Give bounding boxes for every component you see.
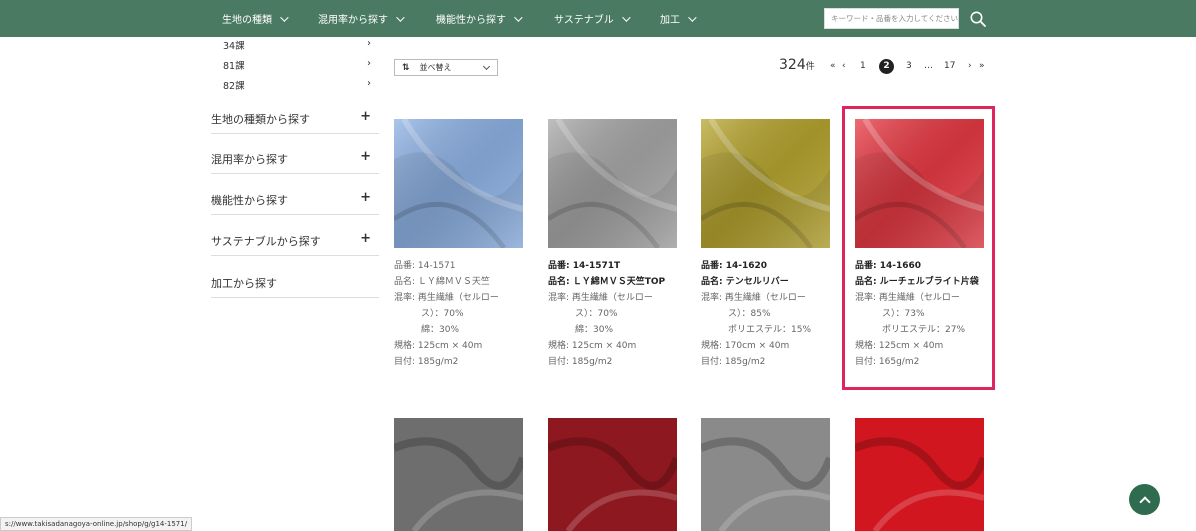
sort-label: 並べ替え <box>419 63 452 72</box>
chevron-down-icon <box>621 12 631 22</box>
product-id: 品番: 14-1620 <box>701 261 768 271</box>
product-card[interactable]: 品番: 14-1620 品名: テンセルリバー混率: 再生繊維（セルロース）：85… <box>701 119 836 370</box>
product-id: 品番: 14-1571T <box>548 261 621 271</box>
product-blend-detail: ス）：85% <box>728 309 771 319</box>
product-blend-detail: 綿：30% <box>575 325 614 335</box>
page-link[interactable]: 1 <box>860 61 866 71</box>
nav-item-sustainable[interactable]: サステナブル <box>554 0 631 37</box>
result-count-unit: 件 <box>805 62 815 72</box>
product-image[interactable] <box>701 119 830 248</box>
plus-icon: + <box>360 109 371 124</box>
product-name[interactable]: 品名: ＬＹ綿ＭＶＳ天竺 <box>394 274 529 290</box>
product-blend-detail: ポリエステル：15% <box>728 325 812 335</box>
section-label: サステナブルから探す <box>211 235 321 248</box>
nav-item-blend-rate[interactable]: 混用率から探す <box>318 0 405 37</box>
sidebar-section-function[interactable]: 機能性から探す + <box>211 190 379 215</box>
sort-dropdown[interactable]: ⇅ 並べ替え <box>394 59 498 76</box>
result-count: 324件 <box>779 57 815 73</box>
sidebar-section-sustainable[interactable]: サステナブルから探す + <box>211 231 379 256</box>
chevron-up-icon <box>1138 495 1151 508</box>
next-page-icon[interactable]: › <box>968 61 972 71</box>
chevron-right-icon: › <box>367 58 371 69</box>
plus-icon: + <box>360 231 371 246</box>
sidebar-sub-item[interactable]: 34課 › <box>223 38 371 52</box>
chevron-right-icon: › <box>367 78 371 89</box>
page-link[interactable]: 3 <box>906 61 912 71</box>
section-label: 混用率から探す <box>211 153 288 166</box>
nav-item-function[interactable]: 機能性から探す <box>436 0 523 37</box>
result-count-number: 324 <box>779 57 806 73</box>
search-icon[interactable] <box>969 10 987 28</box>
product-card[interactable]: 品番: 14-1571 品名: ＬＹ綿ＭＶＳ天竺混率: 再生繊維（セルロース）：7… <box>394 119 529 370</box>
product-name[interactable]: 品名: テンセルリバー <box>701 274 836 290</box>
sub-item-label: 81課 <box>223 61 245 72</box>
product-blend-detail: ス）：70% <box>421 309 464 319</box>
sidebar-sub-item[interactable]: 82課 › <box>223 78 371 92</box>
chevron-down-icon <box>396 12 405 22</box>
top-navigation-bar: 生地の種類 混用率から探す 機能性から探す サステナブル 加工 キーワード・品番… <box>0 0 1196 37</box>
product-image[interactable] <box>394 418 523 531</box>
sub-item-label: 82課 <box>223 81 245 92</box>
sub-item-label: 34課 <box>223 41 245 52</box>
nav-item-label: 加工 <box>660 15 680 26</box>
sidebar-section-processing[interactable]: 加工から探す <box>211 275 379 298</box>
product-weight: 目付: 185g/m2 <box>394 357 459 367</box>
status-bar-url: s://www.takisadanagoya-online.jp/shop/g/… <box>0 517 193 531</box>
chevron-right-icon: › <box>367 38 371 49</box>
sidebar-section-fabric-type[interactable]: 生地の種類から探す + <box>211 109 379 134</box>
first-page-icon[interactable]: « <box>830 61 836 71</box>
nav-item-fabric-type[interactable]: 生地の種類 <box>222 0 289 37</box>
section-label: 機能性から探す <box>211 194 288 207</box>
nav-item-label: 混用率から探す <box>318 15 388 26</box>
product-weight: 目付: 185g/m2 <box>701 357 766 367</box>
sidebar-sub-item[interactable]: 81課 › <box>223 58 371 72</box>
product-blend-detail: 綿：30% <box>421 325 460 335</box>
product-id: 品番: 14-1571 <box>394 261 456 271</box>
product-size: 規格: 170cm × 40m <box>701 341 790 351</box>
chevron-down-icon <box>514 12 523 22</box>
nav-item-label: 生地の種類 <box>222 15 272 26</box>
product-card[interactable]: 品番: 14-1571T 品名: ＬＹ綿ＭＶＳ天竺TOP 混率: 再生繊維（セルロー… <box>548 119 683 370</box>
chevron-down-icon <box>482 62 491 71</box>
search-placeholder: キーワード・品番を入力してください <box>831 14 959 23</box>
prev-page-icon[interactable]: ‹ <box>842 61 846 71</box>
product-image[interactable] <box>548 418 677 531</box>
product-blend: 混率: 再生繊維（セルロー <box>548 293 653 303</box>
product-image[interactable] <box>394 119 523 248</box>
section-label: 加工から探す <box>211 277 277 290</box>
nav-item-label: サステナブル <box>554 15 614 26</box>
plus-icon: + <box>360 190 371 205</box>
section-label: 生地の種類から探す <box>211 113 310 126</box>
chevron-down-icon <box>688 12 697 22</box>
back-to-top-button[interactable] <box>1129 484 1160 515</box>
sort-icon: ⇅ <box>402 62 410 73</box>
product-weight: 目付: 185g/m2 <box>548 357 613 367</box>
product-blend-detail: ス）：70% <box>575 309 618 319</box>
sidebar-section-blend-rate[interactable]: 混用率から探す + <box>211 149 379 174</box>
chevron-down-icon <box>280 12 289 22</box>
page-link[interactable]: 17 <box>944 61 955 71</box>
plus-icon: + <box>360 149 371 164</box>
nav-item-label: 機能性から探す <box>436 15 506 26</box>
product-image[interactable] <box>855 418 984 531</box>
product-size: 規格: 125cm × 40m <box>394 341 483 351</box>
last-page-icon[interactable]: » <box>979 61 985 71</box>
product-image[interactable] <box>701 418 830 531</box>
product-blend: 混率: 再生繊維（セルロー <box>701 293 806 303</box>
product-image[interactable] <box>548 119 677 248</box>
page-link-current[interactable]: 2 <box>879 59 894 74</box>
product-size: 規格: 125cm × 40m <box>548 341 637 351</box>
page-ellipsis: … <box>924 61 933 71</box>
nav-item-processing[interactable]: 加工 <box>660 0 697 37</box>
search-input[interactable]: キーワード・品番を入力してください <box>824 8 959 29</box>
product-name[interactable]: 品名: ＬＹ綿ＭＶＳ天竺TOP <box>548 274 683 290</box>
product-blend: 混率: 再生繊維（セルロー <box>394 293 499 303</box>
selection-highlight <box>842 106 995 390</box>
